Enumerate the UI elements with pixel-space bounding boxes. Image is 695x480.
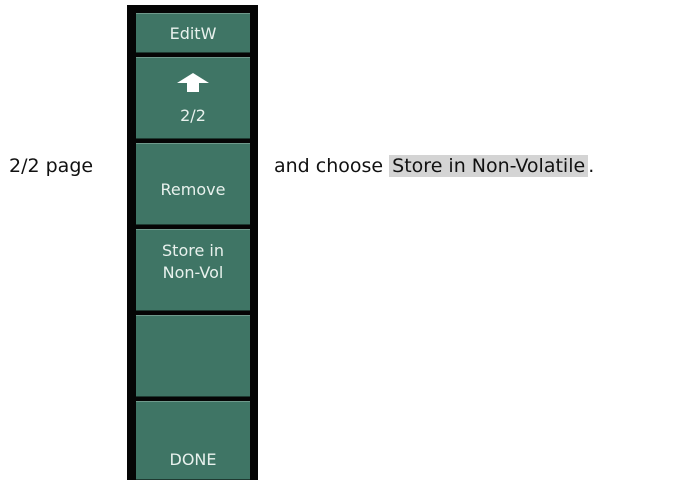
page-switch-button[interactable]: 2/2	[136, 57, 250, 139]
soft-menu-panel: EditW 2/2 Remove Store in Non-Vol DONE	[127, 5, 258, 480]
done-button[interactable]: DONE	[136, 401, 250, 480]
store-label-line2: Non-Vol	[162, 263, 224, 282]
menu-header-label: EditW	[169, 24, 217, 43]
highlighted-menu-name: Store in Non-Volatile	[389, 155, 589, 177]
store-non-volatile-button[interactable]: Store in Non-Vol	[136, 229, 250, 311]
caption-choose-text: and choose	[274, 155, 384, 177]
page-indicator-label: 2/2	[180, 106, 206, 125]
menu-header-editw: EditW	[136, 13, 250, 53]
store-label: Store in Non-Vol	[136, 240, 250, 284]
caption-period: .	[588, 155, 595, 177]
caption-page-label: 2/2 page	[9, 155, 94, 177]
empty-menu-button[interactable]	[136, 315, 250, 397]
store-label-line1: Store in	[162, 241, 224, 260]
remove-button[interactable]: Remove	[136, 143, 250, 225]
remove-label: Remove	[160, 180, 226, 199]
up-arrow-icon	[177, 73, 209, 92]
caption-instruction: and choose Store in Non-Volatile.	[274, 154, 594, 178]
done-label: DONE	[169, 450, 217, 469]
